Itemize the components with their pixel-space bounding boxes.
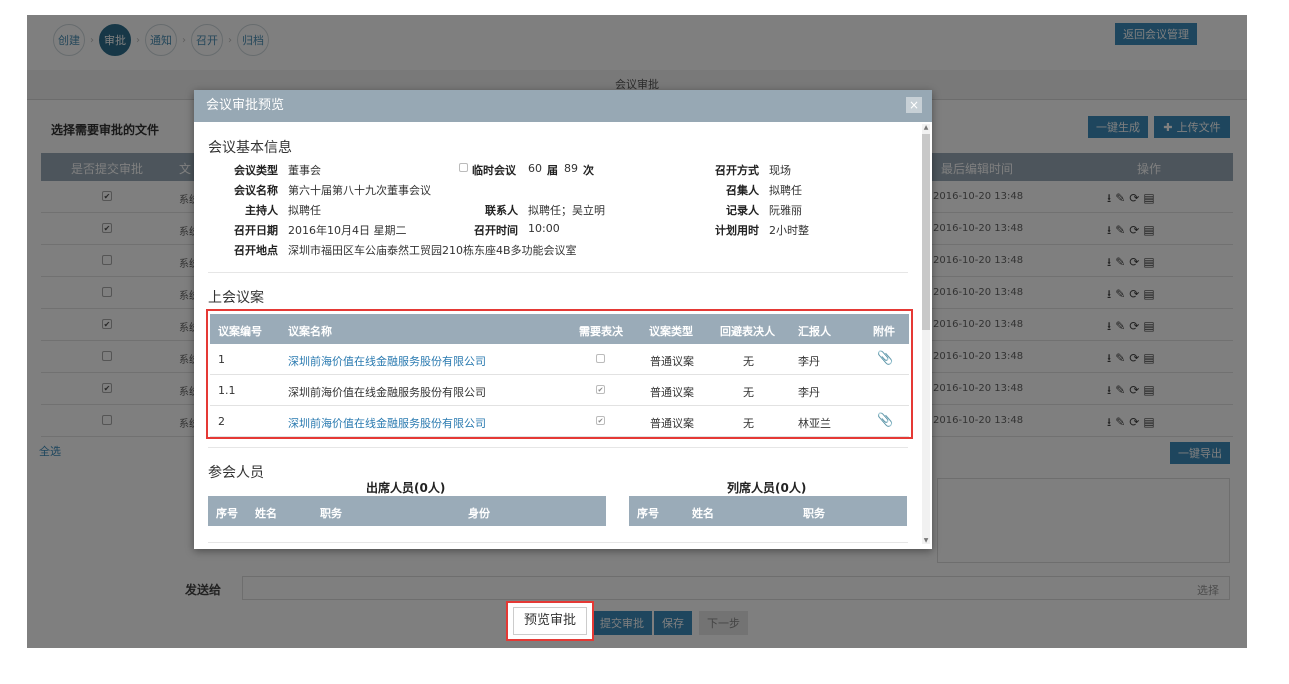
scroll-down-icon[interactable]: ▼ <box>922 537 930 544</box>
agenda-reporter: 李丹 <box>798 355 820 368</box>
agenda-type: 普通议案 <box>650 386 694 399</box>
vote-checkbox: ✔ <box>596 416 605 425</box>
col-seq: 序号 <box>637 507 659 520</box>
agenda-title: 上会议案 <box>208 290 264 306</box>
preview-approval-button[interactable]: 预览审批 <box>513 607 587 635</box>
scroll-thumb[interactable] <box>922 134 930 330</box>
col-agenda-vote: 需要表决 <box>579 325 623 338</box>
attend-table-header: 序号 姓名 职务 身份 <box>208 496 606 526</box>
preview-approval-button-highlight[interactable]: 预览审批 <box>506 601 594 641</box>
divider <box>208 447 908 448</box>
col-agenda-attach: 附件 <box>873 325 895 338</box>
method-value: 现场 <box>769 164 791 177</box>
vote-checkbox <box>596 354 605 363</box>
col-agenda-reporter: 汇报人 <box>798 325 831 338</box>
modal-title: 会议审批预览 <box>206 98 285 113</box>
table-row: 1.1 深圳前海价值在线金融服务股份有限公司 ✔ 普通议案 无 李丹 <box>210 375 909 406</box>
agenda-reporter: 林亚兰 <box>798 417 831 430</box>
name-label: 会议名称 <box>234 184 278 197</box>
close-icon[interactable]: × <box>906 97 922 113</box>
basic-info-title: 会议基本信息 <box>208 140 292 156</box>
col-seq: 序号 <box>216 507 238 520</box>
convener-label: 召集人 <box>726 184 759 197</box>
col-identity: 身份 <box>468 507 490 520</box>
agenda-type: 普通议案 <box>650 355 694 368</box>
col-agenda-name: 议案名称 <box>288 325 332 338</box>
col-agenda-no: 议案编号 <box>218 325 262 338</box>
attend-caption: 出席人员(0人) <box>366 481 446 495</box>
temp-meeting-label: 临时会议 <box>472 164 516 177</box>
agenda-avoid: 无 <box>743 386 754 399</box>
duration-label: 计划用时 <box>715 224 759 237</box>
session-label: 届 <box>547 164 558 177</box>
duration-value: 2小时整 <box>769 224 809 237</box>
modal-body: 会议基本信息 会议类型 董事会 临时会议 60 届 89 次 召开方式 现场 会… <box>194 122 932 549</box>
session-number: 60 <box>528 162 542 175</box>
agenda-no: 2 <box>218 415 225 428</box>
paperclip-icon[interactable]: 📎 <box>877 351 893 366</box>
agenda-type: 普通议案 <box>650 417 694 430</box>
agenda-no: 1 <box>218 353 225 366</box>
place-value: 深圳市福田区车公庙泰然工贸园210栋东座4B多功能会议室 <box>288 244 577 257</box>
paperclip-icon[interactable]: 📎 <box>877 413 893 428</box>
col-agenda-type: 议案类型 <box>649 325 693 338</box>
approval-preview-modal: 会议审批预览 × 会议基本信息 会议类型 董事会 临时会议 60 届 89 次 … <box>194 90 932 549</box>
host-label: 主持人 <box>245 204 278 217</box>
col-post: 职务 <box>320 507 342 520</box>
col-name: 姓名 <box>255 507 277 520</box>
type-value: 董事会 <box>288 164 321 177</box>
name-value: 第六十届第八十九次董事会议 <box>288 184 431 197</box>
times-number: 89 <box>564 162 578 175</box>
agenda-table-header: 议案编号 议案名称 需要表决 议案类型 回避表决人 汇报人 附件 <box>210 314 909 344</box>
scroll-up-icon[interactable]: ▲ <box>922 124 930 131</box>
temp-meeting-checkbox[interactable] <box>459 163 468 172</box>
method-label: 召开方式 <box>715 164 759 177</box>
agenda-name: 深圳前海价值在线金融服务股份有限公司 <box>288 386 486 399</box>
contact-label: 联系人 <box>485 204 518 217</box>
contact-value: 拟聘任；吴立明 <box>528 204 605 217</box>
modal-scrollbar[interactable]: ▲ ▼ <box>922 124 930 544</box>
agenda-reporter: 李丹 <box>798 386 820 399</box>
date-label: 召开日期 <box>234 224 278 237</box>
modal-header: 会议审批预览 × <box>194 90 932 122</box>
agenda-name[interactable]: 深圳前海价值在线金融服务股份有限公司 <box>288 353 486 369</box>
observer-caption: 列席人员(0人) <box>727 481 807 495</box>
time-label: 召开时间 <box>474 224 518 237</box>
col-post: 职务 <box>803 507 825 520</box>
col-name: 姓名 <box>692 507 714 520</box>
time-value: 10:00 <box>528 222 560 235</box>
agenda-avoid: 无 <box>743 417 754 430</box>
observer-table-header: 序号 姓名 职务 <box>629 496 907 526</box>
convener-value: 拟聘任 <box>769 184 802 197</box>
vote-checkbox: ✔ <box>596 385 605 394</box>
type-label: 会议类型 <box>234 164 278 177</box>
recorder-label: 记录人 <box>726 204 759 217</box>
table-row: 2 深圳前海价值在线金融服务股份有限公司 ✔ 普通议案 无 林亚兰 📎 <box>210 406 909 437</box>
agenda-table-highlight: 议案编号 议案名称 需要表决 议案类型 回避表决人 汇报人 附件 1 深圳前海价值… <box>206 309 913 439</box>
divider <box>208 542 908 543</box>
app-window: 创建 › 审批 › 通知 › 召开 › 归档 返回会议管理 会议审批 选择需要审… <box>27 15 1247 648</box>
recorder-value: 阮雅丽 <box>769 204 802 217</box>
agenda-no: 1.1 <box>218 384 236 397</box>
times-label: 次 <box>583 164 594 177</box>
divider <box>208 272 908 273</box>
host-value: 拟聘任 <box>288 204 321 217</box>
attendee-title: 参会人员 <box>208 465 264 481</box>
agenda-avoid: 无 <box>743 355 754 368</box>
table-row: 1 深圳前海价值在线金融服务股份有限公司 普通议案 无 李丹 📎 <box>210 344 909 375</box>
place-label: 召开地点 <box>234 244 278 257</box>
date-value: 2016年10月4日 星期二 <box>288 224 407 237</box>
col-agenda-avoid: 回避表决人 <box>720 325 775 338</box>
agenda-name[interactable]: 深圳前海价值在线金融服务股份有限公司 <box>288 415 486 431</box>
